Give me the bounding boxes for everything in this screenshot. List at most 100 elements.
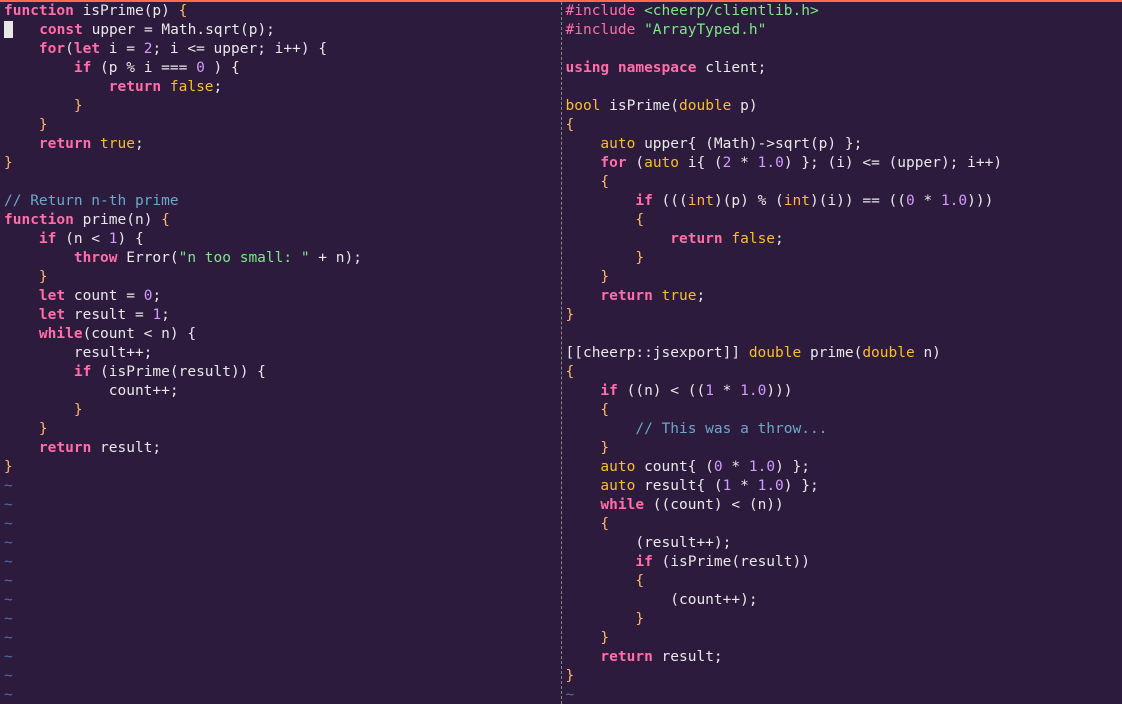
params: (p)	[144, 3, 170, 19]
brace: {	[152, 212, 169, 228]
empty-line-tilde: ~	[4, 516, 13, 532]
text: *	[915, 193, 941, 209]
cursor	[4, 21, 13, 38]
brace: {	[566, 573, 645, 589]
brace: }	[4, 98, 83, 114]
brace: }	[4, 421, 48, 437]
empty-line-tilde: ~	[4, 478, 13, 494]
empty-line-tilde: ~	[4, 554, 13, 570]
text: n)	[915, 345, 941, 361]
left-editor-pane[interactable]: function isPrime(p) { const upper = Math…	[0, 2, 562, 704]
empty-line-tilde: ~	[4, 630, 13, 646]
brace: {	[566, 174, 610, 190]
func-name: prime	[83, 212, 127, 228]
boolean: true	[662, 288, 697, 304]
text: ;	[135, 136, 144, 152]
brace: }	[4, 155, 13, 171]
keyword: let	[39, 307, 65, 323]
text: ) };	[784, 478, 819, 494]
text: *	[723, 459, 749, 475]
brace: }	[4, 269, 48, 285]
text: ;	[161, 307, 170, 323]
attribute: [[cheerp::jsexport]]	[566, 345, 749, 361]
keyword: namespace	[609, 60, 705, 76]
number: 1	[705, 383, 714, 399]
keyword: return	[600, 649, 652, 665]
text: result =	[65, 307, 152, 323]
brace: }	[566, 611, 645, 627]
text: ;	[775, 231, 784, 247]
string: "n too small: "	[179, 250, 310, 266]
boolean: false	[170, 79, 214, 95]
keyword: return	[109, 79, 161, 95]
brace: }	[566, 668, 575, 684]
number: 1.0	[758, 155, 784, 171]
keyword: return	[39, 440, 91, 456]
func-name: isPrime	[83, 3, 144, 19]
text: *	[714, 383, 740, 399]
keyword: auto	[600, 478, 635, 494]
brace: {	[566, 212, 645, 228]
text: )))	[967, 193, 993, 209]
keyword: if	[600, 383, 617, 399]
text: *	[731, 478, 757, 494]
include-path: "ArrayTyped.h"	[644, 22, 766, 38]
keyword: if	[635, 554, 652, 570]
keyword: while	[39, 326, 83, 342]
keyword: for	[39, 41, 65, 57]
brace: {	[566, 364, 575, 380]
number: 1.0	[758, 478, 784, 494]
text: )(p) % (	[714, 193, 784, 209]
brace: {	[566, 117, 575, 133]
text: (count < n) {	[83, 326, 197, 342]
brace: }	[566, 269, 610, 285]
text: + n);	[310, 250, 362, 266]
text: (count++);	[566, 592, 758, 608]
type: double	[679, 98, 731, 114]
brace: {	[170, 3, 187, 19]
text: (p % i ===	[91, 60, 196, 76]
keyword: let	[39, 288, 65, 304]
text: ) }; (i) <= (upper); i++)	[784, 155, 1002, 171]
keyword: if	[74, 60, 91, 76]
keyword: let	[74, 41, 100, 57]
text: ;	[152, 288, 161, 304]
preprocessor: #include	[566, 3, 645, 19]
text: (	[65, 41, 74, 57]
keyword: if	[74, 364, 91, 380]
right-editor-pane[interactable]: #include <cheerp/clientlib.h> #include "…	[562, 2, 1122, 704]
keyword: for	[600, 155, 626, 171]
keyword: if	[635, 193, 652, 209]
type: double	[862, 345, 914, 361]
split-view: function isPrime(p) { const upper = Math…	[0, 2, 1122, 704]
text: count =	[65, 288, 144, 304]
number: 0	[906, 193, 915, 209]
keyword: auto	[600, 459, 635, 475]
number: 1.0	[941, 193, 967, 209]
text: count++;	[4, 383, 179, 399]
text: result;	[91, 440, 161, 456]
text: Error(	[118, 250, 179, 266]
text: ) };	[775, 459, 810, 475]
keyword: auto	[600, 136, 635, 152]
text: )))	[766, 383, 792, 399]
text: (isPrime(result)) {	[91, 364, 266, 380]
text: (result++);	[566, 535, 732, 551]
boolean: false	[731, 231, 775, 247]
text	[91, 136, 100, 152]
brace: }	[566, 307, 575, 323]
text: count{ (	[635, 459, 714, 475]
text: ) {	[205, 60, 240, 76]
brace: }	[4, 402, 83, 418]
text: i =	[100, 41, 144, 57]
boolean: true	[100, 136, 135, 152]
keyword: auto	[644, 155, 679, 171]
include-path: <cheerp/clientlib.h>	[644, 3, 819, 19]
type: double	[749, 345, 801, 361]
empty-line-tilde: ~	[4, 668, 13, 684]
brace: {	[566, 516, 610, 532]
text: result;	[653, 649, 723, 665]
keyword: return	[600, 288, 652, 304]
type: int	[688, 193, 714, 209]
type: int	[784, 193, 810, 209]
